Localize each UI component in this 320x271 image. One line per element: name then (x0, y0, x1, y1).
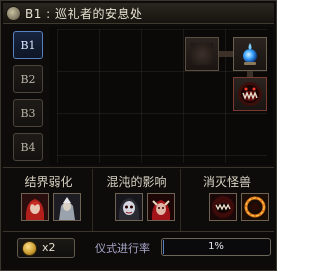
map-room-blue[interactable] (233, 37, 267, 71)
fanged-maw-icon[interactable] (209, 193, 237, 221)
floor-tab-b4[interactable]: B4 (13, 133, 43, 161)
ritual-chaos-influence: 混沌的影响 (93, 169, 181, 231)
blue-orb-icon (243, 43, 257, 65)
floor-tab-b3[interactable]: B3 (13, 99, 43, 127)
pale-ghost-icon[interactable] (115, 193, 143, 221)
map-room-boss[interactable] (233, 77, 267, 111)
ritual-title: 混沌的影响 (106, 175, 167, 189)
boss-face-icon (238, 82, 262, 106)
map-room-start[interactable] (185, 37, 219, 71)
coin-count: x2 (42, 241, 56, 254)
ritual-barrier-weaken: 结界弱化 (5, 169, 93, 231)
floor-tab-label: B4 (20, 140, 36, 154)
progress-text: 1% (208, 241, 224, 252)
red-demon-icon[interactable] (147, 193, 175, 221)
gold-coin-icon (22, 241, 37, 256)
ritual-progress-bar: 1% (161, 238, 271, 256)
ritual-monster-extermination: 消灭怪兽 (181, 169, 273, 231)
ritual-title: 结界弱化 (24, 175, 73, 189)
title-bar: B1 : 巡礼者的安息处 (3, 3, 274, 24)
ritual-title: 消灭怪兽 (202, 175, 251, 189)
floor-tab-b2[interactable]: B2 (13, 65, 43, 93)
coin-counter: x2 (17, 238, 75, 258)
window-title: B1 : 巡礼者的安息处 (25, 7, 143, 21)
map-connector (219, 51, 233, 57)
bottom-bar: x2 仪式进行率 1% (3, 231, 274, 270)
armored-figure-icon[interactable] (53, 193, 81, 221)
room-floor (191, 43, 213, 65)
floor-tab-label: B3 (20, 106, 36, 120)
progress-label: 仪式进行率 (95, 242, 150, 255)
floor-tab-b1[interactable]: B1 (13, 31, 43, 59)
medallion-icon (6, 6, 21, 21)
dungeon-panel: B1 : 巡礼者的安息处 B1 B2 B3 B4 结界弱化 混沌的影响 消灭怪兽… (0, 0, 277, 271)
floor-tab-label: B2 (20, 72, 36, 86)
fire-ring-icon[interactable] (241, 193, 269, 221)
section-divider (3, 167, 274, 168)
floor-tab-label: B1 (20, 38, 36, 52)
red-haired-woman-icon[interactable] (21, 193, 49, 221)
